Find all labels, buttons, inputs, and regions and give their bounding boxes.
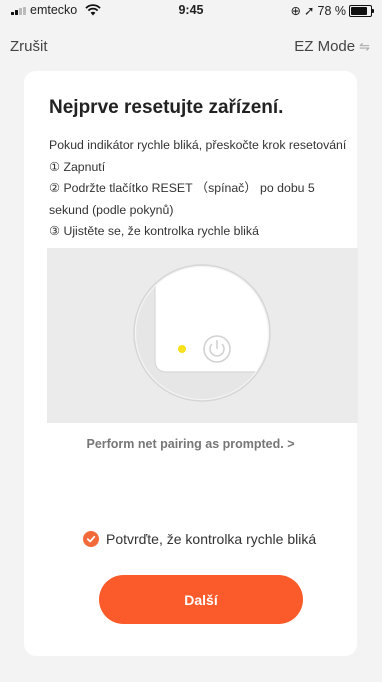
reset-instructions-card: Nejprve resetujte zařízení. Pokud indiká… xyxy=(24,71,358,656)
confirm-checkbox[interactable]: Potvrďte, že kontrolka rychle bliká xyxy=(83,531,316,547)
instruction-line: ② Podržte tlačítko RESET （spínač） po dob… xyxy=(49,181,315,195)
instruction-line: ③ Ujistěte se, že kontrolka rychle bliká xyxy=(49,224,259,238)
status-bar: emtecko 9:45 ⊕ ➚ 78 % xyxy=(0,0,382,22)
battery-icon xyxy=(349,4,374,17)
location-icon: ➚ xyxy=(304,4,315,18)
ez-mode-button[interactable]: EZ Mode ⇋ xyxy=(294,38,370,55)
instruction-list: Pokud indikátor rychle bliká, přeskočte … xyxy=(49,135,349,243)
confirm-label: Potvrďte, že kontrolka rychle bliká xyxy=(106,531,317,547)
instruction-line: sekund (podle pokynů) xyxy=(49,202,174,217)
checkmark-icon[interactable] xyxy=(83,531,99,547)
device-illustration xyxy=(47,248,358,423)
ez-mode-label: EZ Mode xyxy=(294,38,356,55)
next-button[interactable]: Další xyxy=(99,575,303,624)
page-title: Nejprve resetujte zařízení. xyxy=(49,97,284,118)
instruction-line: ① Zapnutí xyxy=(49,159,106,174)
swap-arrows-icon: ⇋ xyxy=(359,38,370,54)
device-reset-illustration xyxy=(133,264,271,402)
instruction-line: Pokud indikátor rychle bliká, přeskočte … xyxy=(49,138,347,152)
status-right: ⊕ ➚ 78 % xyxy=(290,3,374,18)
cancel-button[interactable]: Zrušit xyxy=(10,38,48,55)
pairing-help-link[interactable]: Perform net pairing as prompted. > xyxy=(24,437,357,451)
orientation-lock-icon: ⊕ xyxy=(290,4,302,18)
battery-percent: 78 % xyxy=(317,3,347,18)
indicator-light xyxy=(178,345,186,353)
